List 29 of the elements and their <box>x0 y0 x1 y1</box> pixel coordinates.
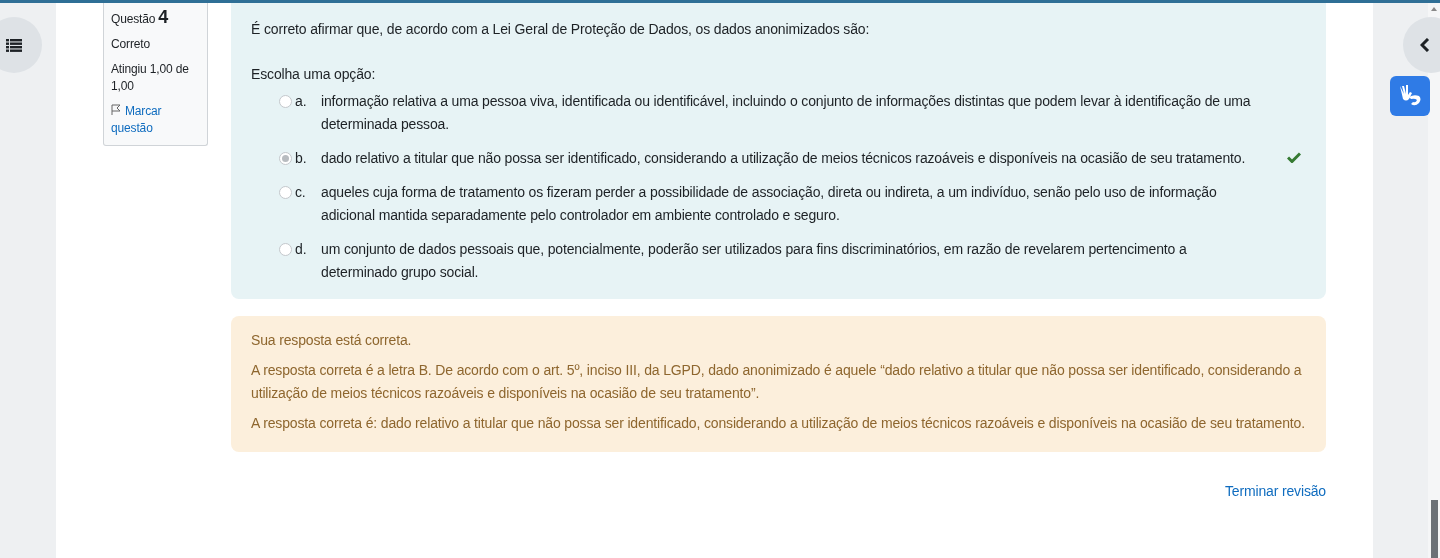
radio-button[interactable] <box>279 186 292 199</box>
option-text: informação relativa a uma pessoa viva, identificada ou identificável, incluindo o conjunto de informações distintas que podem levar à identificação de uma determinada pessoa. <box>321 92 1252 134</box>
option-letter: c. <box>294 183 307 202</box>
question-grade: Atingiu 1,00 de 1,00 <box>111 61 190 95</box>
radio-button[interactable] <box>279 243 292 256</box>
flag-question-link[interactable]: Marcar questão <box>111 103 200 137</box>
option-letter: a. <box>294 92 308 111</box>
feedback-status: Sua resposta está correta. <box>251 331 413 350</box>
menu-button[interactable] <box>0 17 42 73</box>
radio-button[interactable] <box>279 152 292 165</box>
question-state: Correto <box>111 36 151 53</box>
sign-language-button[interactable] <box>1390 76 1430 116</box>
list-icon <box>6 38 22 52</box>
radio-button[interactable] <box>279 95 292 108</box>
feedback-text: A resposta correta é a letra B. De acordo com o art. 5º, inciso III, da LGPD, dado anonimizado é aquele “dado relativo a titular que não possa ser identificado, considerando a utilização de meios técnicos razoáveis e disponíveis na ocasião de seu tratamento”. <box>251 361 1303 403</box>
scroll-up-icon[interactable] <box>1431 7 1437 11</box>
correct-answer-text: A resposta correta é: dado relativo a titular que não possa ser identificado, considerando a utilização de meios técnicos razoáveis e disponíveis na ocasião de seu tratamento. <box>251 414 1306 433</box>
flag-icon <box>111 104 121 115</box>
option-letter: d. <box>294 240 308 259</box>
option-letter: b. <box>294 149 308 168</box>
scrollbar-thumb[interactable] <box>1431 500 1438 558</box>
answer-prompt: Escolha uma opção: <box>251 65 377 84</box>
question-text: É correto afirmar que, de acordo com a Lei Geral de Proteção de Dados, os dados anonimizados são: <box>251 20 871 39</box>
finish-review-link[interactable]: Terminar revisão <box>1224 481 1326 501</box>
option-text: aqueles cuja forma de tratamento os fizeram perder a possibilidade de associação, direta ou indireta, a um indivíduo, senão pelo uso de informação adicional mantida separadamente pelo controlador em ambiente controlado e seguro. <box>321 183 1218 225</box>
option-text: dado relativo a titular que não possa ser identificado, considerando a utilização de meios técnicos razoáveis e disponíveis na ocasião de seu tratamento. <box>321 149 1247 168</box>
chevron-left-icon <box>1420 38 1430 52</box>
question-number: Questão 4 <box>111 9 170 28</box>
option-text: um conjunto de dados pessoais que, potencialmente, poderão ser utilizados para fins discriminatórios, em razão de revelarem pertencimento a determinado grupo social. <box>321 240 1188 282</box>
